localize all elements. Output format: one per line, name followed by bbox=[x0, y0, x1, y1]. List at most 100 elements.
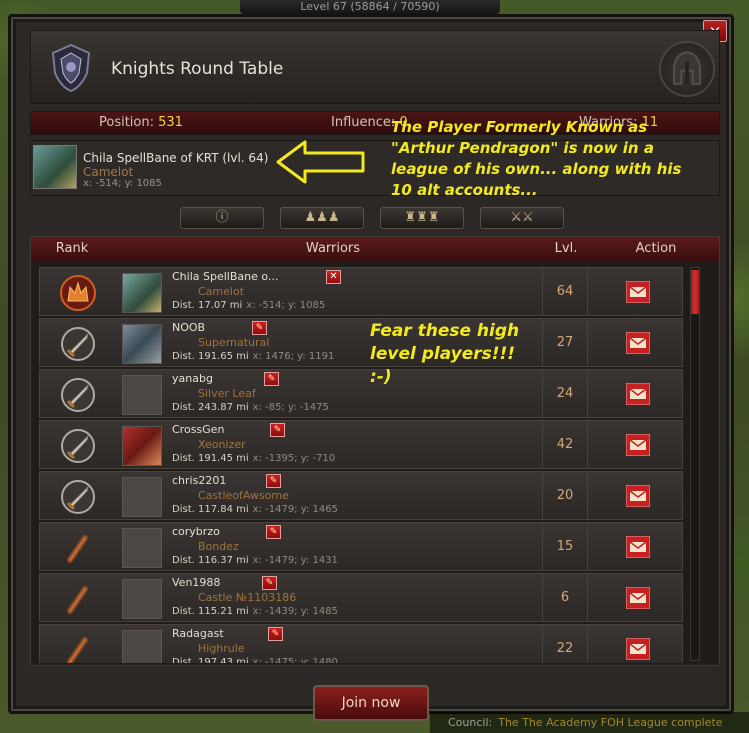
warrior-avatar[interactable] bbox=[122, 324, 162, 364]
pin-icon[interactable]: ✎ bbox=[252, 321, 267, 335]
warrior-alliance[interactable]: Bondez bbox=[198, 540, 239, 553]
warrior-alliance[interactable]: CastleofAwsome bbox=[198, 489, 289, 502]
mail-icon[interactable] bbox=[625, 535, 651, 559]
pin-icon[interactable]: ✎ bbox=[262, 576, 277, 590]
warrior-distance: Dist. 117.84 mi x: -1479; y: 1465 bbox=[172, 504, 338, 515]
warrior-alliance[interactable]: Camelot bbox=[198, 285, 244, 298]
pin-icon[interactable]: ✎ bbox=[268, 627, 283, 641]
warrior-avatar[interactable] bbox=[122, 630, 162, 663]
warrior-name[interactable]: yanabg bbox=[172, 372, 213, 385]
warrior-name[interactable]: CrossGen bbox=[172, 423, 224, 436]
distance-value: Dist. 115.21 mi bbox=[172, 606, 249, 617]
warrior-name[interactable]: chris2201 bbox=[172, 474, 226, 487]
scrollbar-thumb[interactable] bbox=[691, 270, 699, 314]
window-title: Knights Round Table bbox=[111, 59, 284, 79]
level-progress-bar: Level 67 (58864 / 70590) bbox=[240, 0, 500, 14]
warrior-alliance[interactable]: Highrule bbox=[198, 642, 245, 655]
sword-rank-icon bbox=[58, 477, 98, 517]
pin-icon[interactable]: ✎ bbox=[266, 474, 281, 488]
warrior-level: 27 bbox=[542, 319, 588, 366]
warrior-level: 6 bbox=[542, 574, 588, 621]
warrior-distance: Dist. 191.65 mi x: 1476; y: 1191 bbox=[172, 351, 334, 362]
tab-castles[interactable]: ♜♜♜ bbox=[380, 207, 464, 229]
warrior-distance: Dist. 197.43 mi x: -1475; y: 1480 bbox=[172, 657, 338, 663]
player-avatar[interactable] bbox=[33, 145, 77, 189]
pin-icon[interactable]: ✎ bbox=[266, 525, 281, 539]
mail-icon[interactable] bbox=[625, 484, 651, 508]
warrior-coords: x: 1476; y: 1191 bbox=[252, 351, 335, 362]
sword-rank-icon bbox=[58, 324, 98, 364]
annotation-note-fear: Fear these high level players!!! :-) bbox=[370, 321, 520, 387]
header-level: Lvl. bbox=[554, 241, 578, 256]
castles-icon: ♜♜♜ bbox=[404, 210, 440, 225]
league-emblem-icon bbox=[51, 43, 91, 93]
mail-icon[interactable] bbox=[625, 280, 651, 304]
player-alliance[interactable]: Camelot bbox=[83, 165, 133, 179]
warrior-coords: x: -85; y: -1475 bbox=[252, 402, 329, 413]
warrior-distance: Dist. 116.37 mi x: -1479; y: 1431 bbox=[172, 555, 338, 566]
mail-icon[interactable] bbox=[625, 382, 651, 406]
crown-rank-icon bbox=[58, 273, 98, 313]
player-name: Chila SpellBane of KRT (lvl. 64) bbox=[83, 151, 269, 165]
warriors-table: Rank Warriors Lvl. Action Chila SpellBan… bbox=[30, 236, 720, 666]
warrior-name[interactable]: Ven1988 bbox=[172, 576, 220, 589]
table-row[interactable]: Chila SpellBane o... ✕ Camelot Dist. 17.07 … bbox=[39, 267, 683, 316]
warrior-avatar[interactable] bbox=[122, 477, 162, 517]
pin-icon[interactable]: ✎ bbox=[264, 372, 279, 386]
warrior-avatar[interactable] bbox=[122, 426, 162, 466]
distance-value: Dist. 117.84 mi bbox=[172, 504, 249, 515]
table-row[interactable]: Radagast ✎ Highrule Dist. 197.43 mi x: -1475… bbox=[39, 624, 683, 663]
header-warriors: Warriors bbox=[305, 241, 361, 256]
warrior-name[interactable]: NOOB bbox=[172, 321, 205, 334]
table-row[interactable]: chris2201 ✎ CastleofAwsome Dist. 117.84 mi x… bbox=[39, 471, 683, 520]
tab-weapons[interactable]: ⚔⚔ bbox=[480, 207, 564, 229]
remove-icon[interactable]: ✕ bbox=[326, 270, 341, 284]
council-ticker: Council: The The Academy FOH League compl… bbox=[430, 712, 749, 733]
header-action: Action bbox=[635, 241, 677, 256]
warrior-name[interactable]: Chila SpellBane o... bbox=[172, 270, 278, 283]
warrior-alliance[interactable]: Supernatural bbox=[198, 336, 269, 349]
warrior-distance: Dist. 191.45 mi x: -1395; y: -710 bbox=[172, 453, 335, 464]
table-row[interactable]: CrossGen ✎ Xeonizer Dist. 191.45 mi x: -1395… bbox=[39, 420, 683, 469]
warrior-name[interactable]: corybrzo bbox=[172, 525, 220, 538]
mail-icon[interactable] bbox=[625, 637, 651, 661]
table-header: Rank Warriors Lvl. Action bbox=[31, 237, 719, 261]
join-now-button[interactable]: Join now bbox=[313, 685, 429, 721]
table-row[interactable]: NOOB ✎ Supernatural Dist. 191.65 mi x: 1476;… bbox=[39, 318, 683, 367]
pin-icon[interactable]: ✎ bbox=[270, 423, 285, 437]
warrior-coords: x: -1479; y: 1431 bbox=[252, 555, 338, 566]
tab-info[interactable]: ⓘ bbox=[180, 207, 264, 229]
distance-value: Dist. 116.37 mi bbox=[172, 555, 249, 566]
warrior-alliance[interactable]: Silver Leaf bbox=[198, 387, 256, 400]
distance-value: Dist. 17.07 mi bbox=[172, 300, 243, 311]
tab-players[interactable]: ♟♟♟ bbox=[280, 207, 364, 229]
warrior-alliance[interactable]: Castle №1103186 bbox=[198, 591, 296, 604]
warrior-distance: Dist. 17.07 mi x: -514; y: 1085 bbox=[172, 300, 325, 311]
weapons-icon: ⚔⚔ bbox=[510, 210, 534, 225]
warrior-avatar[interactable] bbox=[122, 579, 162, 619]
warriors-scrollbar[interactable] bbox=[690, 267, 700, 661]
warrior-avatar[interactable] bbox=[122, 528, 162, 568]
warrior-alliance[interactable]: Xeonizer bbox=[198, 438, 246, 451]
annotation-note-league: The Player Formerly Known as "Arthur Pen… bbox=[391, 118, 682, 199]
annotation-arrow-icon bbox=[276, 140, 365, 184]
warrior-level: 24 bbox=[542, 370, 588, 417]
warrior-level: 15 bbox=[542, 523, 588, 570]
warrior-coords: x: -514; y: 1085 bbox=[246, 300, 326, 311]
warrior-level: 42 bbox=[542, 421, 588, 468]
table-row[interactable]: Ven1988 ✎ Castle №1103186 Dist. 115.21 mi x:… bbox=[39, 573, 683, 622]
warrior-coords: x: -1395; y: -710 bbox=[252, 453, 336, 464]
sword-rank-icon bbox=[58, 426, 98, 466]
warrior-avatar[interactable] bbox=[122, 273, 162, 313]
mail-icon[interactable] bbox=[625, 433, 651, 457]
warriors-list[interactable]: Chila SpellBane o... ✕ Camelot Dist. 17.07 … bbox=[39, 267, 683, 663]
table-row[interactable]: yanabg ✎ Silver Leaf Dist. 243.87 mi x: -85;… bbox=[39, 369, 683, 418]
sword-rank-icon bbox=[58, 375, 98, 415]
mail-icon[interactable] bbox=[625, 586, 651, 610]
mail-icon[interactable] bbox=[625, 331, 651, 355]
warrior-avatar[interactable] bbox=[122, 375, 162, 415]
players-icon: ♟♟♟ bbox=[304, 210, 340, 225]
club-rank-icon bbox=[58, 528, 98, 568]
warrior-name[interactable]: Radagast bbox=[172, 627, 224, 640]
table-row[interactable]: corybrzo ✎ Bondez Dist. 116.37 mi x: -1479; … bbox=[39, 522, 683, 571]
